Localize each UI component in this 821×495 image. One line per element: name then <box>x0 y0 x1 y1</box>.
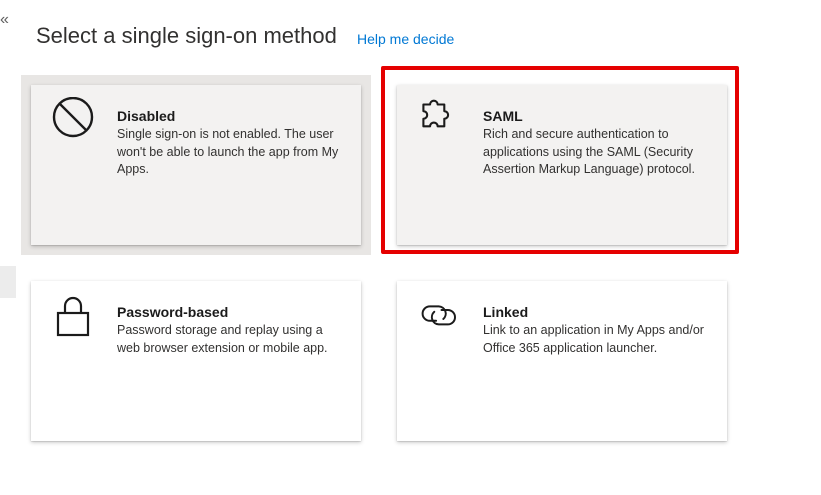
lock-icon <box>51 293 95 337</box>
method-tile-saml[interactable]: SAML Rich and secure authentication to a… <box>397 85 727 245</box>
help-me-decide-link[interactable]: Help me decide <box>357 31 454 47</box>
method-description: Rich and secure authentication to applic… <box>483 127 695 176</box>
method-description: Single sign-on is not enabled. The user … <box>117 127 339 176</box>
method-description: Link to an application in My Apps and/or… <box>483 323 704 355</box>
method-name: Linked <box>483 304 529 320</box>
method-tile-password-based[interactable]: Password-based Password storage and repl… <box>31 281 361 441</box>
method-name: Password-based <box>117 304 229 320</box>
prohibited-icon <box>51 96 95 141</box>
method-name: SAML <box>483 108 523 124</box>
page-title: Select a single sign-on method <box>36 23 337 48</box>
method-name: Disabled <box>117 108 176 124</box>
method-tile-linked[interactable]: Linked Link to an application in My Apps… <box>397 281 727 441</box>
side-panel-tab[interactable] <box>0 266 16 298</box>
method-tile-disabled[interactable]: Disabled Single sign-on is not enabled. … <box>31 85 361 245</box>
method-description: Password storage and replay using a web … <box>117 323 328 355</box>
link-icon <box>417 293 461 337</box>
puzzle-piece-icon <box>417 97 461 141</box>
collapse-panel-icon[interactable]: « <box>0 12 9 28</box>
